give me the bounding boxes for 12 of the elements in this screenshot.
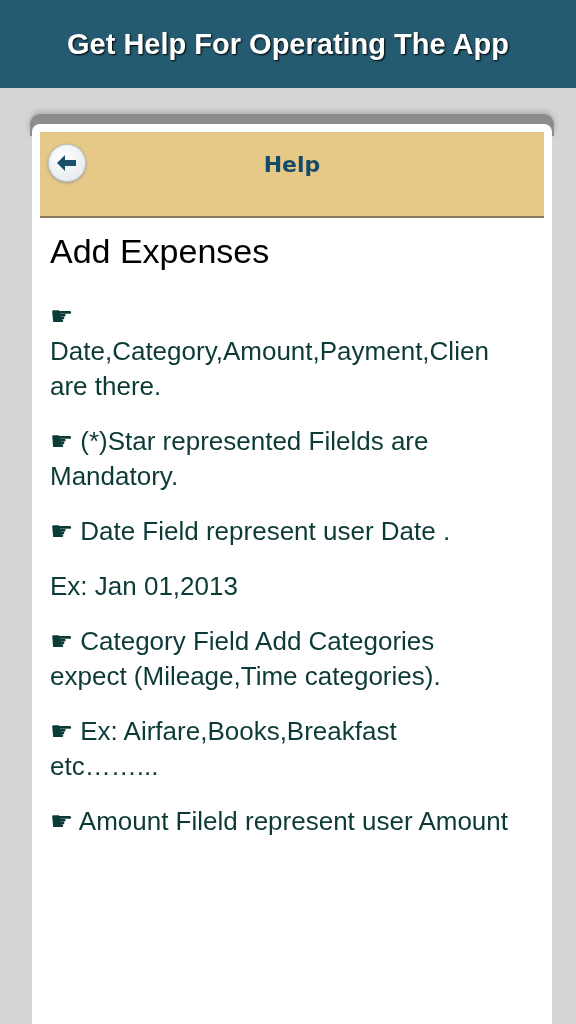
help-paragraph: ☛ Category Field Add Categories expect (Mileage,Time categories). <box>50 625 442 693</box>
help-paragraph: ☛ Ex: Airfare,Books,Breakfast etc……... <box>50 715 398 783</box>
help-paragraph: ☛ Amount Fileld represent user Amount <box>50 805 509 838</box>
help-paragraph: ☛ (*)Star represented Filelds are Mandatory. <box>50 425 430 493</box>
app-title: Get Help For Operating The App <box>67 27 509 61</box>
help-paragraph: Ex: Jan 01,2013 <box>50 570 239 603</box>
help-paragraph: ☛ Date Field represent user Date . <box>50 515 452 548</box>
panel-title: Help <box>263 151 321 177</box>
section-heading: Add Expenses <box>50 232 271 271</box>
help-paragraph: ☛ Date,Category,Amount,Payment,Clien are there. <box>50 300 490 403</box>
back-arrow-icon <box>57 155 77 171</box>
back-button[interactable] <box>48 144 86 182</box>
